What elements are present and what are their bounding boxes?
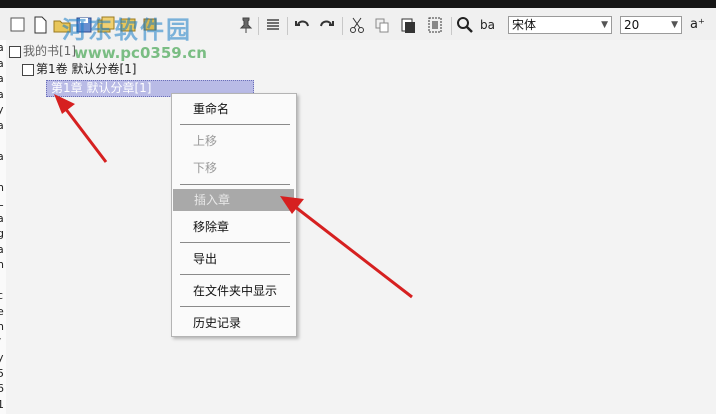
red-arrow-to-insert-chapter — [280, 196, 413, 299]
red-arrow-to-chapter — [54, 94, 108, 163]
annotation-arrows — [54, 94, 413, 299]
